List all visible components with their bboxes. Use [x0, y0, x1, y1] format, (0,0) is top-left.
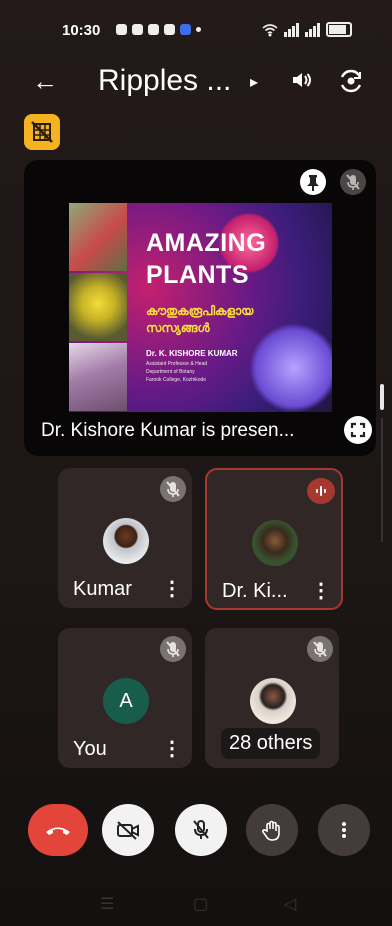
participant-tile-kumar[interactable]: Kumar ⋮ [58, 468, 192, 608]
more-vert-icon [342, 822, 346, 838]
avatar-letter: A [103, 678, 149, 724]
more-options-button[interactable] [318, 804, 370, 856]
more-options-button[interactable]: ⋮ [311, 578, 331, 603]
signal-icon-2 [305, 22, 320, 37]
presentation-caption: Dr. Kishore Kumar is presen... [41, 420, 295, 441]
avatar [250, 678, 296, 724]
system-nav-bar: ☰ ▢ ◁ [0, 888, 392, 922]
app-icon [148, 24, 159, 35]
slide-presenter-name: Dr. K. KISHORE KUMAR [146, 349, 238, 358]
orchid-photo-3 [69, 343, 127, 411]
mic-off-icon [193, 820, 209, 839]
battery-icon [326, 22, 352, 37]
pin-icon [307, 175, 319, 191]
audio-wave-icon [316, 486, 326, 496]
status-right-icons [262, 22, 352, 37]
avatar [103, 518, 149, 564]
more-dot-icon [196, 27, 201, 32]
hang-up-icon [46, 827, 70, 835]
whatsapp-icon [164, 24, 175, 35]
switch-camera-icon[interactable] [338, 68, 364, 94]
scrollbar-thumb[interactable] [380, 384, 384, 410]
status-time: 10:30 [62, 22, 101, 39]
meet-app-icon [180, 24, 191, 35]
participant-name: Dr. Ki... [222, 580, 288, 602]
mic-off-icon [166, 481, 180, 497]
more-options-button[interactable]: ⋮ [162, 736, 182, 761]
mic-off-icon [166, 641, 180, 657]
shared-slide: AMAZING PLANTS കൗതുകരൂപികളായ സസ്യങ്ങൾ Dr… [69, 203, 332, 412]
participant-tile-others[interactable]: 28 others [205, 628, 339, 768]
participant-name: You [73, 738, 107, 760]
grid-off-icon [31, 121, 53, 143]
chevron-right-icon[interactable]: ▸ [250, 72, 258, 92]
raise-hand-button[interactable] [246, 804, 298, 856]
meeting-title[interactable]: Ripples ... [98, 64, 231, 98]
meet-screen: 10:30 ← Ripples ... ▸ AMAZING PLANTS കൗത… [0, 0, 392, 926]
fullscreen-icon [350, 422, 366, 438]
status-bar: 10:30 [0, 14, 392, 48]
recents-icon[interactable]: ☰ [100, 894, 114, 914]
avatar [252, 520, 298, 566]
slide-subtitle-line2: സസ്യങ്ങൾ [146, 321, 210, 335]
mic-off-icon [313, 641, 327, 657]
slide-affiliation-1: Assistant Professor & Head [146, 361, 208, 367]
mic-toggle-button[interactable] [175, 804, 227, 856]
camera-toggle-button[interactable] [102, 804, 154, 856]
slide-affiliation-3: Farook College, Kozhikode [146, 377, 207, 383]
notification-icons [116, 24, 201, 35]
presenter-muted-indicator [340, 169, 366, 195]
slide-affiliation-2: Department of Botany [146, 369, 195, 375]
call-header: ← Ripples ... ▸ [0, 58, 392, 108]
no-recording-badge[interactable] [24, 114, 60, 150]
notification-icon-1 [116, 24, 127, 35]
mute-indicator [160, 636, 186, 662]
fullscreen-button[interactable] [344, 416, 372, 444]
signal-icon-1 [284, 22, 299, 37]
participant-name: Kumar [73, 578, 132, 600]
camera-off-icon [117, 821, 139, 840]
chat-icon [132, 24, 143, 35]
mute-indicator [160, 476, 186, 502]
speaking-indicator [307, 478, 335, 504]
home-icon[interactable]: ▢ [193, 894, 208, 914]
participant-tile-dr-ki[interactable]: Dr. Ki... ⋮ [205, 468, 343, 610]
slide-photo-strip [69, 203, 127, 412]
slide-subtitle-line1: കൗതുകരൂപികളായ [146, 304, 254, 318]
slide-subtitle: കൗതുകരൂപികളായ സസ്യങ്ങൾ [146, 303, 296, 337]
orchid-photo-1 [69, 203, 127, 271]
speaker-icon[interactable] [290, 68, 314, 92]
others-count-label: 28 others [221, 728, 321, 759]
back-nav-icon[interactable]: ◁ [284, 894, 296, 914]
scrollbar-track [381, 418, 383, 542]
participant-tile-you[interactable]: A You ⋮ [58, 628, 192, 768]
wifi-icon [262, 23, 278, 36]
presentation-tile[interactable]: AMAZING PLANTS കൗതുകരൂപികളായ സസ്യങ്ങൾ Dr… [24, 160, 376, 456]
pin-button[interactable] [300, 169, 326, 195]
slide-title-line1: AMAZING [146, 229, 267, 257]
orchid-photo-2 [69, 273, 127, 341]
mute-indicator [307, 636, 333, 662]
more-options-button[interactable]: ⋮ [162, 576, 182, 601]
hand-icon [262, 820, 280, 841]
mic-off-icon [346, 174, 360, 190]
slide-title-line2: PLANTS [146, 261, 249, 289]
end-call-button[interactable] [28, 804, 88, 856]
back-button[interactable]: ← [32, 66, 58, 97]
